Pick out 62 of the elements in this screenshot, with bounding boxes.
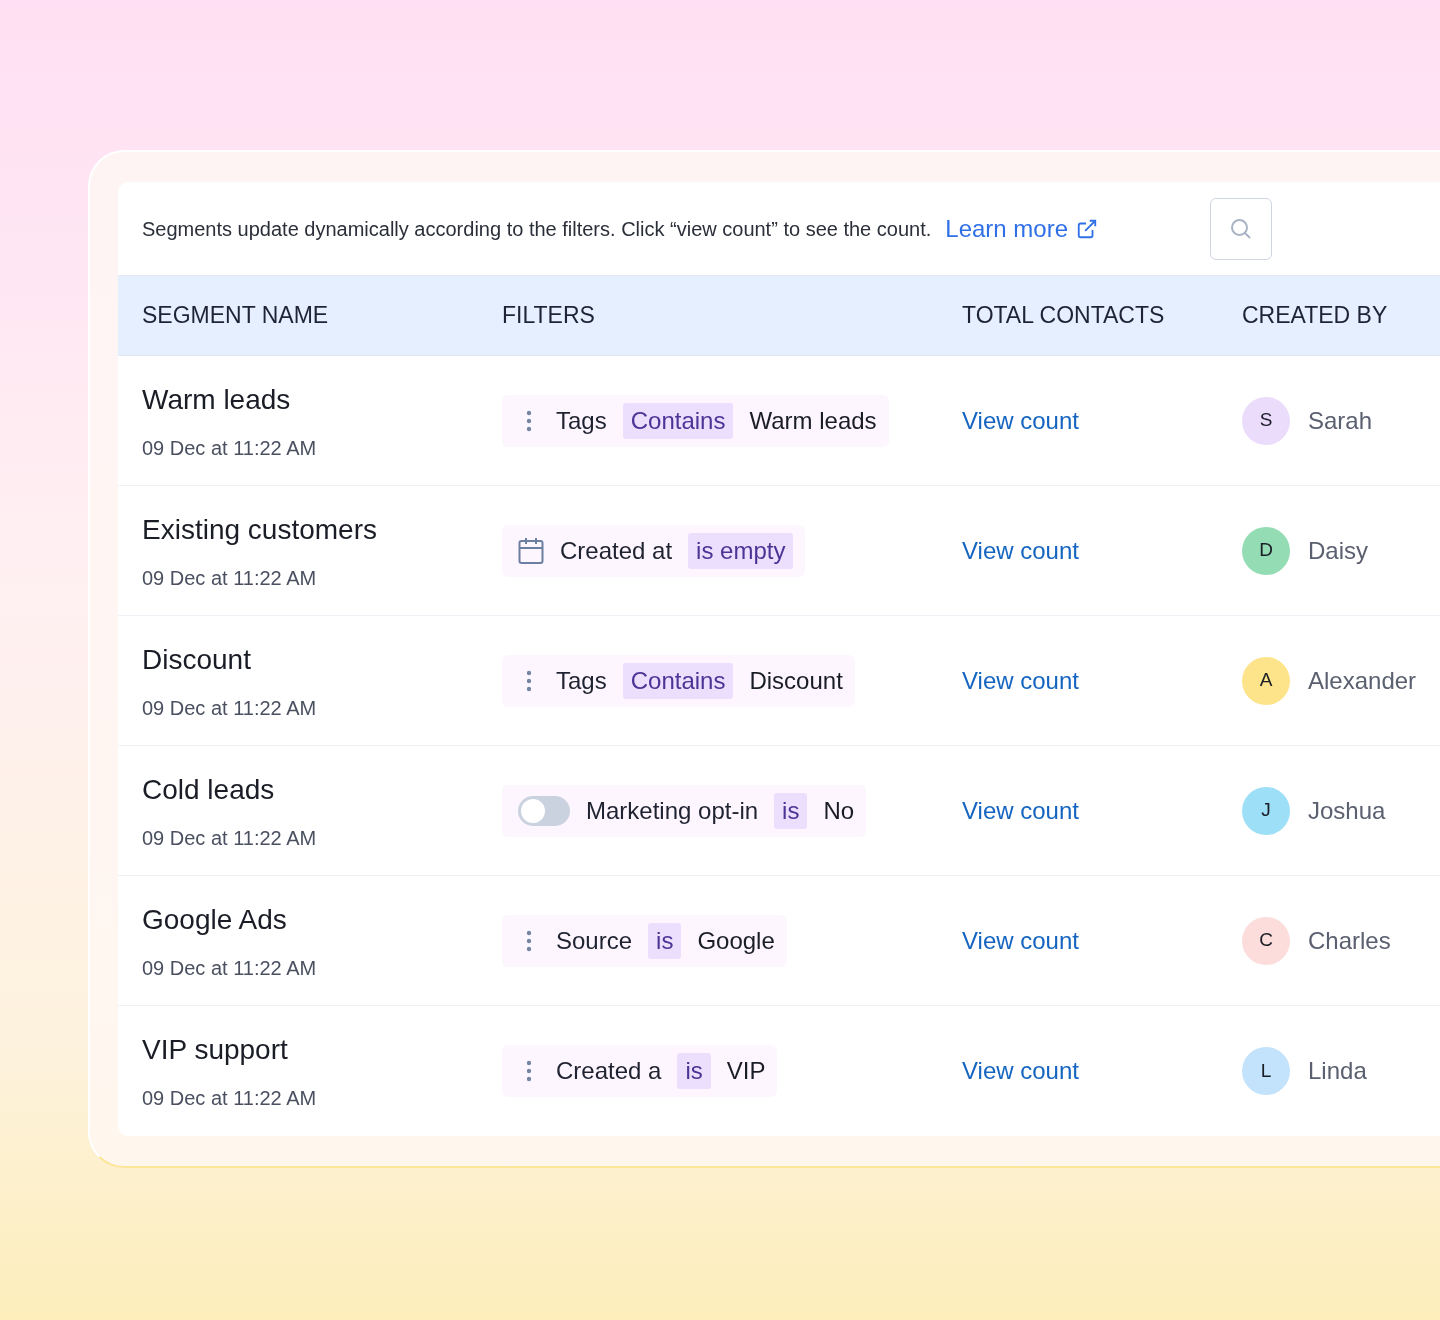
segment-name: Cold leads — [142, 772, 276, 807]
filter-operator: is empty — [688, 532, 794, 569]
creator-name: Charles — [1308, 925, 1391, 956]
filter-operator: is — [774, 792, 808, 829]
calendar-icon — [518, 536, 544, 565]
creator-name: Alexander — [1308, 665, 1417, 696]
avatar: C — [1242, 916, 1290, 965]
search-icon — [1229, 216, 1253, 241]
filter-value: No — [823, 795, 855, 826]
avatar: S — [1242, 396, 1290, 445]
creator-name: Daisy — [1308, 535, 1368, 566]
avatar: J — [1242, 786, 1290, 835]
column-header: TOTAL CONTACTS — [962, 301, 1166, 331]
filter-field: Tags — [556, 662, 607, 699]
filter-field: Source — [556, 922, 633, 959]
creator-name: Sarah — [1308, 405, 1373, 436]
avatar: D — [1242, 526, 1290, 575]
segment-name: Discount — [142, 642, 252, 677]
segment-date: 09 Dec at 11:22 AM — [142, 1086, 318, 1111]
vertical-dots-icon[interactable] — [526, 1060, 532, 1082]
segment-name: Warm leads — [142, 382, 292, 417]
column-header: SEGMENT NAME — [142, 301, 330, 331]
view-count-link[interactable]: View count — [962, 406, 1079, 434]
toggle-switch[interactable] — [518, 795, 570, 826]
column-header: CREATED BY — [1242, 301, 1389, 331]
filter-operator: is — [677, 1053, 711, 1089]
segment-date: 09 Dec at 11:22 AM — [142, 565, 318, 591]
view-count-link[interactable]: View count — [962, 666, 1079, 694]
vertical-dots-icon[interactable] — [526, 669, 532, 692]
learn-more-link[interactable]: Learn more — [945, 210, 1098, 247]
segment-date: 09 Dec at 11:22 AM — [142, 825, 318, 851]
filter-value: Discount — [749, 665, 843, 696]
filter-value: Warm leads — [749, 405, 877, 436]
segment-date: 09 Dec at 11:22 AM — [142, 435, 318, 461]
vertical-dots-icon[interactable] — [526, 409, 532, 432]
segment-date: 09 Dec at 11:22 AM — [142, 695, 318, 721]
segment-date: 09 Dec at 11:22 AM — [142, 955, 318, 981]
filter-value: Google — [697, 925, 775, 956]
info-text: Segments update dynamically according to the filters. Click “view count” to see the count. — [142, 216, 932, 242]
view-count-link[interactable]: View count — [962, 796, 1079, 824]
creator-name: Joshua — [1308, 795, 1386, 826]
column-header: FILTERS — [502, 301, 596, 331]
filter-field: Created a — [556, 1053, 662, 1089]
external-link-icon — [1076, 217, 1098, 240]
filter-operator: is — [648, 922, 682, 959]
search-button[interactable] — [1210, 197, 1272, 260]
filter-field: Tags — [556, 402, 607, 439]
view-count-link[interactable]: View count — [962, 536, 1079, 564]
filter-operator: Contains — [622, 662, 734, 699]
segment-name: VIP support — [142, 1033, 289, 1067]
filter-value: VIP — [726, 1056, 766, 1086]
avatar: A — [1242, 656, 1290, 705]
segment-name: Google Ads — [142, 902, 288, 937]
view-count-link[interactable]: View count — [962, 1057, 1079, 1084]
filter-field: Marketing opt-in — [586, 792, 759, 829]
segment-name: Existing customers — [142, 512, 378, 547]
creator-name: Linda — [1308, 1056, 1367, 1086]
filter-field: Created at — [560, 532, 673, 569]
vertical-dots-icon[interactable] — [526, 929, 532, 952]
avatar: L — [1242, 1047, 1290, 1095]
filter-operator: Contains — [622, 402, 734, 439]
view-count-link[interactable]: View count — [962, 926, 1079, 954]
